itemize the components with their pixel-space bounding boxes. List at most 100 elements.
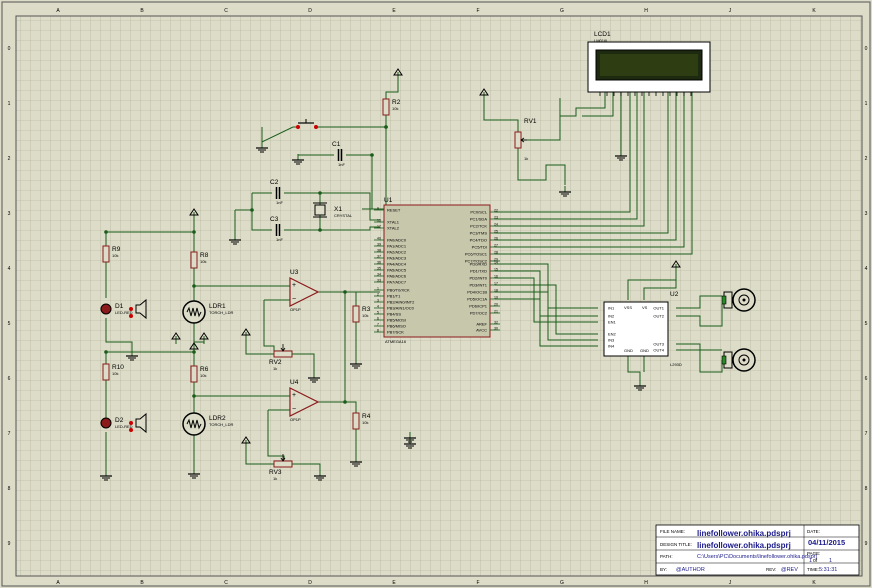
chip-pin-label: PD5/OC1A <box>467 297 487 302</box>
chip-pin-label: PD1/TXD <box>470 269 487 274</box>
chip-pin-number: 6 <box>377 317 379 321</box>
chip-pin-label: PA1/ADC1 <box>387 244 407 249</box>
chip-pin-label: PC0/SCL <box>470 210 487 215</box>
pot-value: 1k <box>273 366 277 371</box>
chip-pin-number: 38 <box>377 249 381 253</box>
pot-body <box>273 350 293 358</box>
chip-value: ATMEGA16 <box>385 339 407 344</box>
chip-pin-label: PA4/ADC4 <box>387 262 407 267</box>
chip-pin-number: 4 <box>377 305 379 309</box>
page-total: 1 <box>829 558 832 564</box>
chip-pin-number: 40 <box>377 237 381 241</box>
resistor-value: 10k <box>112 253 118 258</box>
chip-pin-number: 2 <box>377 293 379 297</box>
chip-pin-label: PC3/TMS <box>470 231 488 236</box>
time-value: 5:31:31 <box>819 567 837 573</box>
chip-pin-label: PB2/AIN0/INT2 <box>387 300 415 305</box>
border-column-label: G <box>560 580 564 586</box>
border-row-label: 5 <box>8 321 11 327</box>
chip-pin-number: 15 <box>494 268 498 272</box>
chip-pin-number: 9 <box>377 207 379 211</box>
opamp-minus: − <box>292 296 296 303</box>
chip-pin-number: 5 <box>377 311 379 315</box>
junction-dot <box>192 230 196 234</box>
chip-pin-number: 27 <box>494 244 498 248</box>
cap-value: 1nF <box>338 162 345 167</box>
resistor-ref: R8 <box>200 252 209 259</box>
chip-pin-label: PB7/SCK <box>387 330 404 335</box>
pot-body <box>273 460 293 468</box>
chip-pin-number: 16 <box>494 275 498 279</box>
chip-pin-label: PC5/TDI <box>472 245 487 250</box>
driver-pin-label: IN1 <box>608 306 615 311</box>
path-value: C:\Users\PC\Documents\linefollower.ohika… <box>697 554 817 560</box>
schematic-sheet: AABBCCDDEEFFGGHHJJKK0 01 12 23 34 45 56 67 78 89 9… <box>0 0 872 588</box>
cap-value: 1nF <box>276 200 283 205</box>
chip-pin-number: 24 <box>494 223 498 227</box>
page-value: 1 <box>809 558 812 564</box>
border-row-label: 9 <box>865 541 868 547</box>
resistor-ref: R6 <box>200 366 209 373</box>
chip-pin-label: PA2/ADC2 <box>387 250 407 255</box>
border-column-label: D <box>308 580 312 586</box>
border-row-label: 1 <box>8 101 11 107</box>
border-column-label: H <box>644 580 648 586</box>
chip-pin-label: AREF <box>476 322 487 327</box>
file-name-value: linefollower.ohika.pdsprj <box>697 529 791 538</box>
chip-pin-label: PD3/INT1 <box>469 283 487 288</box>
crystal-ref: X1 <box>334 206 342 213</box>
chip-pin-number: 13 <box>377 219 381 223</box>
chip-pin-label: PB1/T1 <box>387 294 401 299</box>
border-column-label: C <box>224 8 228 14</box>
chip-pin-label: XTAL1 <box>387 220 400 225</box>
opamp-minus: − <box>292 406 296 413</box>
junction-dot <box>104 230 108 234</box>
title-block: FILE NAME: linefollower.ohika.pdsprj DES… <box>655 524 860 576</box>
chip-pin-label: PA5/ADC5 <box>387 268 407 273</box>
resistor-ref: R10 <box>112 364 124 371</box>
chip-pin-number: 22 <box>494 209 498 213</box>
border-row-label: 6 <box>865 376 868 382</box>
junction-dot <box>318 228 322 232</box>
opamp-ref: U3 <box>290 269 299 276</box>
chip-pin-number: 25 <box>494 230 498 234</box>
rev-label: REV: <box>766 567 776 572</box>
resistor-ref: R2 <box>392 99 401 106</box>
path-label: PATH: <box>660 554 673 559</box>
by-label: BY: <box>660 567 667 572</box>
atmega16-chip: U1ATMEGA16RESET9XTAL113XTAL212PA0/ADC040… <box>374 197 500 344</box>
chip-pin-number: 37 <box>377 255 381 259</box>
date-value: 04/11/2015 <box>808 538 845 547</box>
lcd-glass <box>600 54 698 76</box>
junction-dot <box>104 350 108 354</box>
chip-pin-number: 30 <box>494 327 498 331</box>
led-value: LED-RED <box>115 424 133 429</box>
resistor-value: 10k <box>112 371 118 376</box>
driver-pin-label: OUT4 <box>653 348 664 353</box>
chip-pin-number: 28 <box>494 251 498 255</box>
pot-body <box>514 131 522 149</box>
chip-pin-number: 23 <box>494 216 498 220</box>
driver-pin-label: OUT1 <box>653 306 664 311</box>
junction-dot <box>192 284 196 288</box>
border-column-label: D <box>308 8 312 14</box>
chip-pin-label: PB6/MISO <box>387 324 406 329</box>
border-row-label: 2 <box>8 156 11 162</box>
chip-pin-number: 1 <box>377 287 379 291</box>
chip-pin-label: PA7/ADC7 <box>387 280 407 285</box>
ldr-ref: LDR2 <box>209 415 226 422</box>
border-row-label: 4 <box>8 266 11 272</box>
chip-pin-number: 8 <box>377 329 379 333</box>
driver-pin-label: IN3 <box>608 338 615 343</box>
chip-pin-label: PC1/SDA <box>470 217 487 222</box>
date-label: DATE: <box>807 529 820 534</box>
chip-pin-label: PC4/TDO <box>470 238 487 243</box>
junction-dot <box>250 208 254 212</box>
chip-pin-number: 20 <box>494 303 498 307</box>
chip-pin-number: 18 <box>494 289 498 293</box>
time-label: TIME: <box>807 567 819 572</box>
resistor-body <box>190 365 198 383</box>
resistor-ref: R3 <box>362 306 371 313</box>
resistor-body <box>102 245 110 263</box>
opamp-ref: U4 <box>290 379 299 386</box>
